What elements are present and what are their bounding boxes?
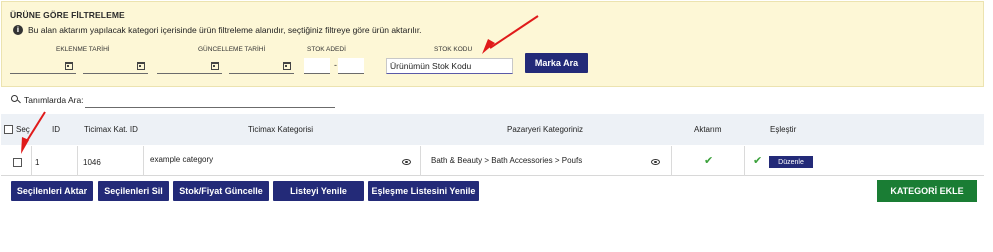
row-select-checkbox[interactable]: [13, 158, 22, 167]
add-category-button[interactable]: KATEGORİ EKLE: [877, 180, 977, 202]
search-icon: [11, 95, 18, 102]
check-icon: ✔: [753, 154, 763, 167]
stock-code-label: STOK KODU: [434, 46, 473, 53]
search-label: Tanımlarda Ara:: [24, 95, 84, 105]
filter-title: ÜRÜNE GÖRE FİLTRELEME: [10, 10, 125, 20]
created-date-from-input[interactable]: [10, 60, 76, 74]
info-row: i Bu alan aktarım yapılacak kategori içe…: [13, 25, 422, 35]
header-ticimax-cat-id: Ticimax Kat. ID: [84, 125, 138, 134]
header-select: Seç: [16, 125, 30, 134]
stock-min-input[interactable]: [304, 58, 330, 74]
created-date-label: EKLENME TARİHİ: [56, 46, 110, 53]
select-all-checkbox[interactable]: [4, 125, 13, 134]
cell-id: 1: [35, 158, 40, 167]
created-date-to-input[interactable]: [83, 60, 148, 74]
calendar-icon[interactable]: [137, 62, 145, 70]
stock-range-dash: -: [334, 60, 337, 70]
transfer-selected-button[interactable]: Seçilenleri Aktar: [11, 181, 93, 201]
filter-panel: [1, 1, 984, 87]
column-divider: [143, 146, 144, 176]
header-transferred: Aktarım: [694, 125, 722, 134]
updated-date-label: GÜNCELLEME TARİHİ: [198, 46, 266, 53]
header-marketplace-category: Pazaryeri Kategoriniz: [507, 125, 584, 134]
updated-date-from-input[interactable]: [157, 60, 222, 74]
column-divider: [671, 146, 672, 176]
stock-price-update-button[interactable]: Stok/Fiyat Güncelle: [173, 181, 269, 201]
column-divider: [420, 146, 421, 176]
header-ticimax-category: Ticimax Kategorisi: [248, 125, 314, 134]
table-header: [1, 114, 984, 145]
calendar-icon[interactable]: [283, 62, 291, 70]
eye-icon[interactable]: [402, 159, 411, 165]
header-id: ID: [52, 125, 60, 134]
stock-max-input[interactable]: [338, 58, 364, 74]
check-icon: ✔: [704, 154, 714, 167]
cell-marketplace-category: Bath & Beauty > Bath Accessories > Poufs: [431, 156, 583, 165]
updated-date-to-input[interactable]: [229, 60, 294, 74]
cell-ticimax-cat-id: 1046: [83, 158, 101, 167]
column-divider: [31, 146, 32, 176]
edit-button[interactable]: Düzenle: [769, 156, 813, 168]
refresh-list-button[interactable]: Listeyi Yenile: [273, 181, 364, 201]
search-input[interactable]: [85, 107, 335, 108]
delete-selected-button[interactable]: Seçilenleri Sil: [98, 181, 169, 201]
info-icon: i: [13, 25, 23, 35]
calendar-icon[interactable]: [65, 62, 73, 70]
column-divider: [77, 146, 78, 176]
header-match: Eşleştir: [770, 125, 797, 134]
calendar-icon[interactable]: [211, 62, 219, 70]
info-text: Bu alan aktarım yapılacak kategori içeri…: [28, 25, 422, 35]
eye-icon[interactable]: [651, 159, 660, 165]
brand-search-button[interactable]: Marka Ara: [525, 53, 588, 73]
stock-count-label: STOK ADEDİ: [307, 46, 346, 53]
cell-ticimax-category: example category: [150, 155, 214, 164]
column-divider: [744, 146, 745, 176]
stock-code-input[interactable]: Ürünümün Stok Kodu: [386, 58, 513, 74]
refresh-match-list-button[interactable]: Eşleşme Listesini Yenile: [368, 181, 479, 201]
